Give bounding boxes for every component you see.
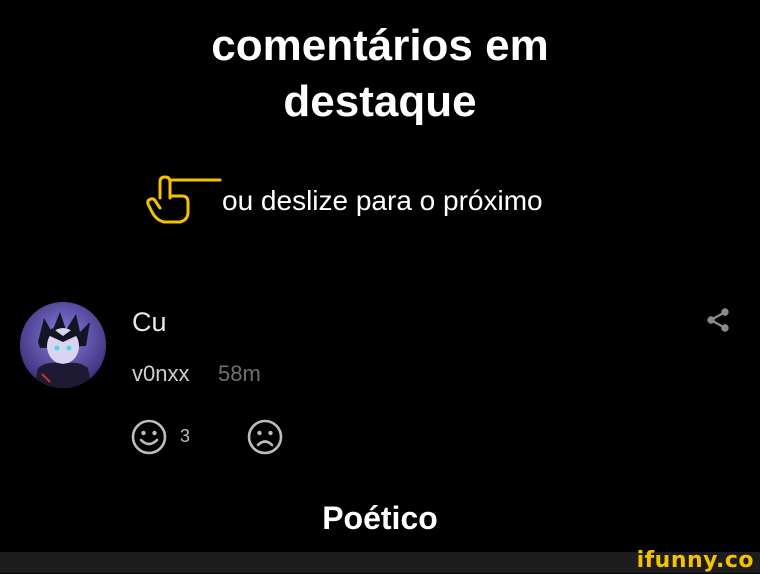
comment-text: Cu — [132, 307, 167, 337]
swipe-hint-text: ou deslize para o próximo — [222, 185, 543, 216]
comment-timestamp: 58m — [218, 361, 261, 386]
ifunny-watermark: ifunny.co — [636, 548, 754, 573]
avatar-image — [20, 302, 106, 388]
username-link[interactable]: v0nxx — [132, 360, 189, 388]
page-title: comentários em destaque — [0, 18, 760, 130]
title-line-2: destaque — [283, 77, 477, 126]
smile-icon[interactable] — [130, 418, 168, 456]
title-line-1: comentários em — [211, 21, 549, 70]
post-caption: Poético — [322, 500, 438, 536]
swipe-hint: ou deslize para o próximo — [0, 172, 760, 228]
avatar[interactable] — [20, 302, 106, 388]
smile-count: 3 — [180, 426, 191, 446]
swipe-hand-icon — [146, 175, 222, 224]
frown-icon[interactable] — [246, 418, 284, 456]
share-icon[interactable] — [704, 306, 732, 334]
